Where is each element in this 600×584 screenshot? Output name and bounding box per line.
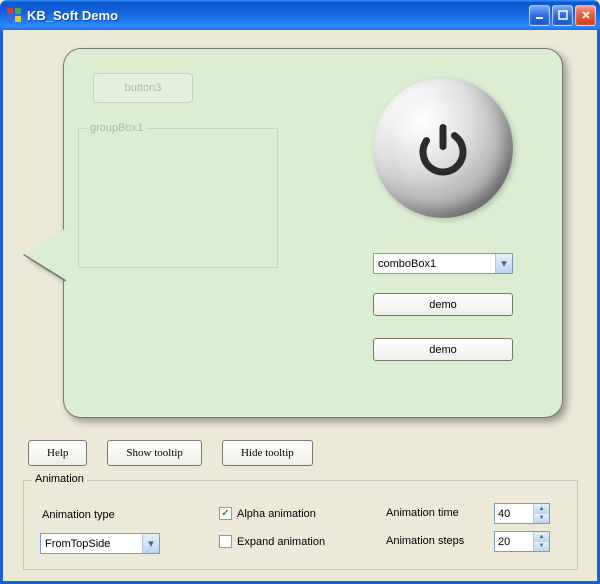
help-button[interactable]: Help xyxy=(28,440,87,466)
chevron-down-icon[interactable]: ▼ xyxy=(534,542,549,552)
demo-button-1[interactable]: demo xyxy=(373,293,513,316)
animation-steps-spinner[interactable]: 20 ▲▼ xyxy=(494,531,550,552)
animation-type-label: Animation type xyxy=(42,509,115,521)
ghost-groupbox-label: groupBox1 xyxy=(87,122,146,134)
animation-group-label: Animation xyxy=(32,473,87,485)
expand-animation-checkbox[interactable] xyxy=(219,535,232,548)
hide-tooltip-button[interactable]: Hide tooltip xyxy=(222,440,313,466)
alpha-animation-checkbox[interactable]: ✓ xyxy=(219,507,232,520)
chevron-up-icon[interactable]: ▲ xyxy=(534,532,549,542)
tooltip-callout: button3 groupBox1 comboBox1 ▾ demo demo xyxy=(33,48,563,418)
animation-steps-value: 20 xyxy=(495,536,533,548)
chevron-down-icon: ▾ xyxy=(495,254,512,273)
ghost-groupbox1: groupBox1 xyxy=(78,128,278,268)
help-button-label: Help xyxy=(47,447,68,459)
titlebar: KB_Soft Demo xyxy=(0,0,600,30)
chevron-down-icon[interactable]: ▼ xyxy=(534,514,549,524)
check-icon: ✓ xyxy=(221,508,229,519)
show-tooltip-button[interactable]: Show tooltip xyxy=(107,440,202,466)
ghost-button-label: button3 xyxy=(125,82,162,94)
window-title: KB_Soft Demo xyxy=(27,8,529,23)
show-tooltip-label: Show tooltip xyxy=(126,447,183,459)
combobox1-value: comboBox1 xyxy=(378,258,436,270)
ghost-button3[interactable]: button3 xyxy=(93,73,193,103)
expand-animation-label: Expand animation xyxy=(237,536,325,548)
power-button[interactable] xyxy=(373,78,513,218)
alpha-animation-label: Alpha animation xyxy=(237,508,316,520)
hide-tooltip-label: Hide tooltip xyxy=(241,447,294,459)
minimize-button[interactable] xyxy=(529,5,550,26)
maximize-button[interactable] xyxy=(552,5,573,26)
animation-time-label: Animation time xyxy=(386,507,459,519)
animation-time-spinner[interactable]: 40 ▲▼ xyxy=(494,503,550,524)
chevron-up-icon[interactable]: ▲ xyxy=(534,504,549,514)
demo-button-2[interactable]: demo xyxy=(373,338,513,361)
animation-type-value: FromTopSide xyxy=(45,538,110,550)
client-area: button3 groupBox1 comboBox1 ▾ demo demo … xyxy=(0,30,600,584)
close-button[interactable] xyxy=(575,5,596,26)
animation-groupbox: Animation Animation type FromTopSide ▾ ✓… xyxy=(23,480,578,570)
chevron-down-icon: ▾ xyxy=(142,534,159,553)
app-icon xyxy=(6,7,22,23)
demo-button-2-label: demo xyxy=(429,344,457,356)
combobox1[interactable]: comboBox1 ▾ xyxy=(373,253,513,274)
animation-type-select[interactable]: FromTopSide ▾ xyxy=(40,533,160,554)
power-icon xyxy=(411,116,475,180)
demo-button-1-label: demo xyxy=(429,299,457,311)
animation-steps-label: Animation steps xyxy=(386,535,464,547)
animation-time-value: 40 xyxy=(495,508,533,520)
